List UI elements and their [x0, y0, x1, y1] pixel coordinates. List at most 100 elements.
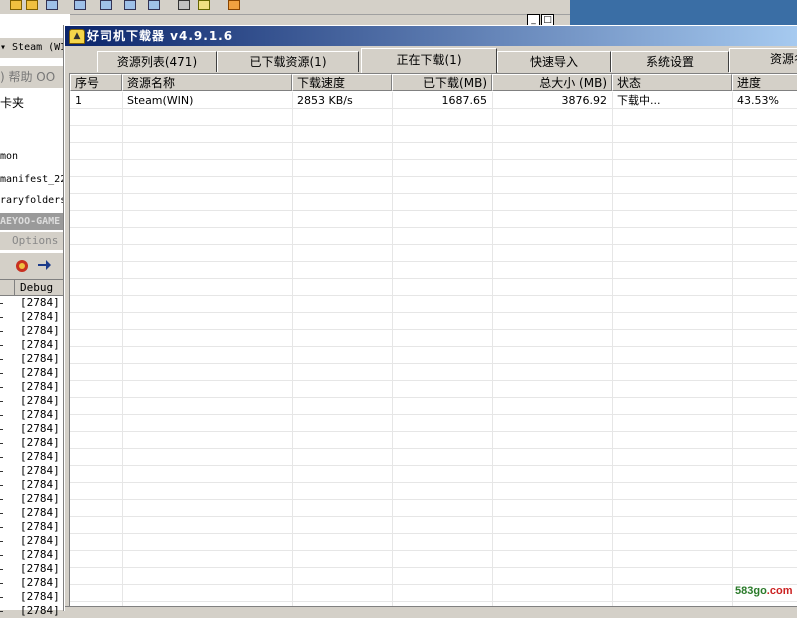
cell-status: 下载中... [617, 94, 661, 107]
grid-line [70, 108, 797, 109]
log-row[interactable]: [2784] [0, 506, 70, 520]
log-row[interactable]: [2784] [0, 478, 70, 492]
log-row-marker [0, 415, 3, 416]
toolbar-icon[interactable] [10, 0, 22, 10]
grid-line [70, 244, 797, 245]
column-header-total-size[interactable]: 总大小 (MB) [492, 74, 612, 91]
tab-system-settings[interactable]: 系统设置 [611, 51, 729, 72]
tab-downloaded[interactable]: 已下载资源(1) [217, 51, 359, 72]
log-row[interactable]: [2784] [0, 338, 70, 352]
toolbar-icon[interactable] [124, 0, 136, 10]
grid-line [122, 92, 123, 612]
grid-line [70, 550, 797, 551]
watermark: 583go.com [735, 585, 793, 597]
grid-line [70, 363, 797, 364]
log-row[interactable]: [2784] [0, 548, 70, 562]
log-row[interactable]: [2784] [0, 520, 70, 534]
grid-line [292, 92, 293, 612]
grid-line [70, 533, 797, 534]
table-row[interactable]: 1 Steam(WIN) 2853 KB/s 1687.65 3876.92 下… [70, 92, 797, 109]
grid-line [70, 125, 797, 126]
background-log-list: [2784] [2784] [2784] [2784] [2784] [2784] [278… [0, 296, 70, 618]
log-row[interactable]: [2784] [0, 296, 70, 310]
column-header-debug[interactable]: Debug [20, 280, 53, 295]
log-row[interactable]: [2784] [0, 324, 70, 338]
log-row-marker [0, 597, 3, 598]
log-row-marker [0, 303, 3, 304]
log-row-marker [0, 513, 3, 514]
list-grid: 1 Steam(WIN) 2853 KB/s 1687.65 3876.92 下… [70, 92, 797, 612]
toolbar-icon[interactable] [148, 0, 160, 10]
toolbar-icon[interactable] [198, 0, 210, 10]
log-row[interactable]: [2784] [0, 562, 70, 576]
log-row[interactable]: [2784] [0, 352, 70, 366]
grid-line [70, 159, 797, 160]
log-row[interactable]: [2784] [0, 394, 70, 408]
cell-total-size: 3876.92 [561, 94, 608, 107]
toolbar-icon[interactable] [228, 0, 240, 10]
grid-line [612, 92, 613, 612]
tab-downloading[interactable]: 正在下载(1) [361, 48, 497, 73]
log-row[interactable]: [2784] [0, 310, 70, 324]
log-row-marker [0, 373, 3, 374]
background-folder-label: 卡夹 [0, 96, 25, 110]
toolbar-icon[interactable] [26, 0, 38, 10]
grid-line [70, 329, 797, 330]
horizontal-scrollbar[interactable] [65, 606, 797, 612]
grid-line [70, 499, 797, 500]
log-row-marker [0, 345, 3, 346]
tab-quick-import[interactable]: 快速导入 [497, 51, 611, 72]
grid-line [70, 295, 797, 296]
tab-resource-list[interactable]: 资源列表(471) [97, 51, 217, 72]
column-header-status[interactable]: 状态 [612, 74, 732, 91]
log-row[interactable]: [2784] [0, 576, 70, 590]
column-header-name[interactable]: 资源名称 [122, 74, 292, 91]
log-row[interactable]: [2784] [0, 380, 70, 394]
background-section-bar: AEYOO-GAME [0, 213, 70, 230]
log-row[interactable]: [2784] [0, 464, 70, 478]
column-header-downloaded[interactable]: 已下载(MB) [392, 74, 492, 91]
arrow-right-icon[interactable] [36, 257, 52, 273]
background-file-item[interactable]: manifest_22 [0, 171, 70, 189]
log-row[interactable]: [2784] [0, 436, 70, 450]
grid-line [70, 380, 797, 381]
log-row-marker [0, 429, 3, 430]
toolbar-icon[interactable] [46, 0, 58, 10]
log-row[interactable]: [2784] [0, 408, 70, 422]
grid-line [70, 193, 797, 194]
log-row[interactable]: [2784] [0, 534, 70, 548]
grid-line [70, 465, 797, 466]
grid-line [70, 584, 797, 585]
background-file-item[interactable]: raryfolders [0, 192, 70, 210]
log-row-marker [0, 359, 3, 360]
column-header-index[interactable]: 序号 [70, 74, 122, 91]
title-bar[interactable]: ▲ 好司机下载器 v4.9.1.6 [65, 26, 797, 46]
background-menu-help[interactable]: ) 帮助 OO [0, 66, 70, 88]
log-row[interactable]: [2784] [0, 450, 70, 464]
log-row[interactable]: [2784] [0, 422, 70, 436]
log-row-marker [0, 471, 3, 472]
toolbar-icon[interactable] [100, 0, 112, 10]
log-row-marker [0, 569, 3, 570]
log-row-marker [0, 527, 3, 528]
cell-name: Steam(WIN) [127, 94, 194, 107]
toolbar-icon[interactable] [74, 0, 86, 10]
column-header-speed[interactable]: 下载速度 [292, 74, 392, 91]
toolbar-icon[interactable] [178, 0, 190, 10]
column-header-progress[interactable]: 进度 [732, 74, 797, 91]
log-row-marker [0, 387, 3, 388]
grid-line [492, 92, 493, 612]
background-file-item[interactable]: mon [0, 148, 70, 166]
bug-icon[interactable] [14, 257, 30, 273]
background-window-titlebar [570, 0, 797, 28]
log-row-marker [0, 555, 3, 556]
log-row[interactable]: [2784] [0, 366, 70, 380]
background-options-button[interactable]: Options [0, 232, 70, 250]
grid-line [70, 210, 797, 211]
log-row[interactable]: [2784] [0, 492, 70, 506]
log-row-marker [0, 541, 3, 542]
window-title: 好司机下载器 v4.9.1.6 [87, 29, 234, 43]
log-row[interactable]: [2784] [0, 590, 70, 604]
log-row[interactable]: [2784] [0, 604, 70, 618]
tab-resource-name[interactable]: 资源名 [729, 48, 797, 73]
